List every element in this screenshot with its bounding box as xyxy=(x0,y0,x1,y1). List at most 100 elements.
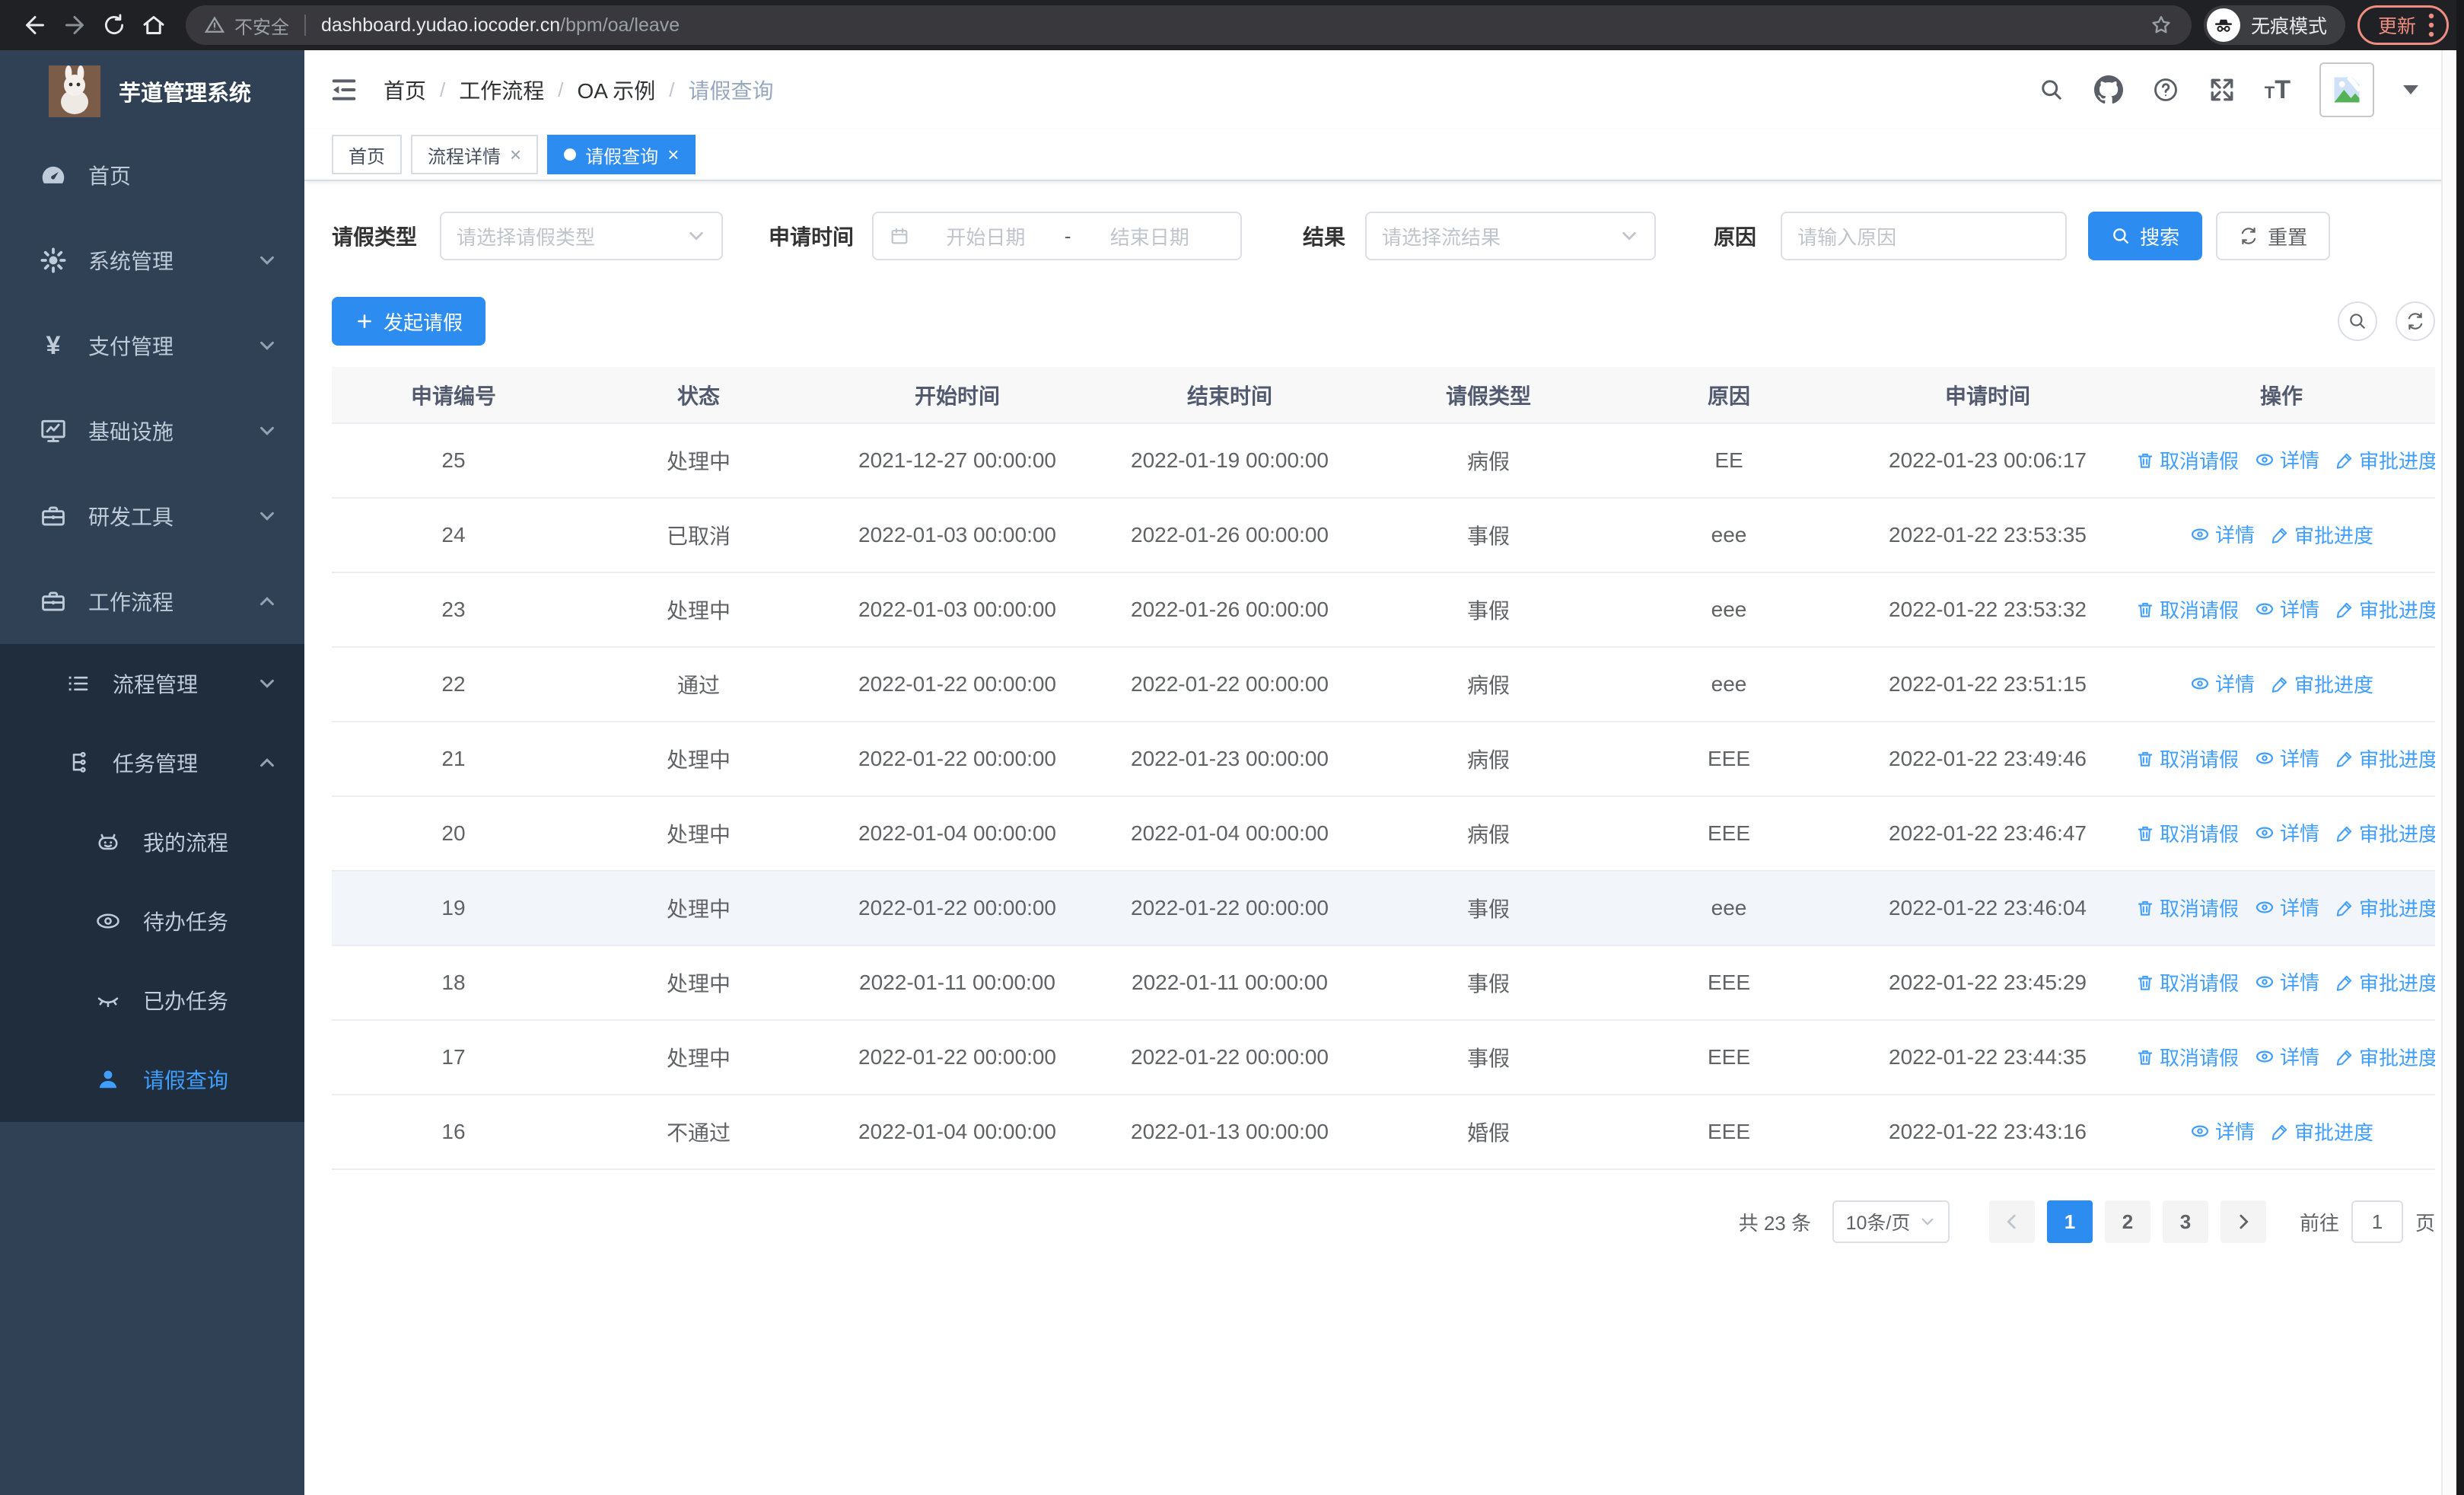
cell-type: 事假 xyxy=(1367,871,1610,946)
sidebar-item-devtools[interactable]: 研发工具 xyxy=(0,473,304,559)
close-icon[interactable]: × xyxy=(510,145,521,164)
sidebar-item-process-mgmt[interactable]: 流程管理 xyxy=(0,644,304,723)
sidebar-item-label: 已办任务 xyxy=(143,990,229,1013)
row-action-detail[interactable]: 详情 xyxy=(2254,967,2319,996)
eye-icon xyxy=(91,907,125,935)
navbar-actions: TT xyxy=(2038,62,2418,117)
sidebar-item-my-process[interactable]: 我的流程 xyxy=(0,802,304,881)
row-action-detail[interactable]: 详情 xyxy=(2254,818,2319,846)
row-action-progress[interactable]: 审批进度 xyxy=(2335,819,2435,847)
row-action-detail[interactable]: 详情 xyxy=(2254,1042,2319,1070)
sidebar-item-payment[interactable]: ¥ 支付管理 xyxy=(0,303,304,388)
prev-page-button[interactable] xyxy=(1988,1200,2035,1243)
chevron-down-icon xyxy=(689,231,703,241)
reason-input[interactable]: 请输入原因 xyxy=(1781,212,2068,260)
row-action-detail[interactable]: 详情 xyxy=(2254,893,2319,921)
sidebar-item-label: 流程管理 xyxy=(113,673,199,696)
dashboard-icon xyxy=(37,161,70,190)
window-edge xyxy=(2456,0,2464,1495)
breadcrumb-item[interactable]: 工作流程 xyxy=(459,75,544,105)
row-action-cancel[interactable]: 取消请假 xyxy=(2135,595,2239,623)
create-leave-button[interactable]: 发起请假 xyxy=(332,297,486,346)
row-action-progress[interactable]: 审批进度 xyxy=(2270,521,2373,549)
tab-home[interactable]: 首页 xyxy=(332,135,402,174)
cell-actions: 取消请假 详情 审批进度 xyxy=(2128,722,2435,797)
row-action-detail[interactable]: 详情 xyxy=(2254,594,2319,623)
row-action-progress[interactable]: 审批进度 xyxy=(2335,968,2435,996)
page-button-2[interactable]: 2 xyxy=(2104,1200,2150,1243)
github-icon[interactable] xyxy=(2093,75,2123,104)
tab-process-detail[interactable]: 流程详情 × xyxy=(411,135,539,174)
row-action-progress[interactable]: 审批进度 xyxy=(2335,595,2435,623)
sidebar-logo[interactable]: 芋道管理系统 xyxy=(0,50,304,132)
sidebar-item-home[interactable]: 首页 xyxy=(0,132,304,218)
row-action-detail[interactable]: 详情 xyxy=(2189,520,2255,548)
row-action-progress[interactable]: 审批进度 xyxy=(2335,894,2435,922)
security-indicator[interactable]: 不安全 xyxy=(204,12,289,39)
address-bar[interactable]: 不安全 dashboard.yudao.iocoder.cn/bpm/oa/le… xyxy=(186,5,2192,45)
bookmark-star-button[interactable] xyxy=(2149,13,2173,37)
pen-icon xyxy=(2336,1050,2352,1066)
row-action-progress[interactable]: 审批进度 xyxy=(2270,670,2373,698)
sidebar-item-leave-query[interactable]: 请假查询 xyxy=(0,1040,304,1119)
active-tab-dot xyxy=(564,148,577,161)
avatar-dropdown-caret[interactable] xyxy=(2403,85,2418,94)
row-action-progress[interactable]: 审批进度 xyxy=(2335,744,2435,773)
sidebar-item-label: 首页 xyxy=(88,164,132,188)
breadcrumb-item[interactable]: 首页 xyxy=(384,75,426,105)
row-action-cancel[interactable]: 取消请假 xyxy=(2135,819,2239,847)
row-action-progress[interactable]: 审批进度 xyxy=(2335,1043,2435,1071)
sidebar-item-task-mgmt[interactable]: 任务管理 xyxy=(0,723,304,802)
tab-leave-query[interactable]: 请假查询 × xyxy=(547,135,696,174)
page-size-select[interactable]: 10条/页 xyxy=(1832,1200,1950,1243)
search-button[interactable]: 搜索 xyxy=(2088,212,2203,260)
breadcrumb-item[interactable]: OA 示例 xyxy=(578,75,656,105)
row-action-cancel[interactable]: 取消请假 xyxy=(2135,1043,2239,1071)
row-action-cancel[interactable]: 取消请假 xyxy=(2135,446,2239,474)
page-button-3[interactable]: 3 xyxy=(2162,1200,2208,1243)
sidebar-item-done-tasks[interactable]: 已办任务 xyxy=(0,961,304,1040)
browser-forward-button[interactable] xyxy=(55,5,94,45)
row-action-detail[interactable]: 详情 xyxy=(2254,445,2319,473)
breadcrumb: 首页 / 工作流程 / OA 示例 / 请假查询 xyxy=(384,75,773,105)
row-action-progress[interactable]: 审批进度 xyxy=(2335,446,2435,474)
leave-type-select[interactable]: 请选择请假类型 xyxy=(440,212,724,260)
fullscreen-icon[interactable] xyxy=(2208,76,2236,104)
help-icon[interactable] xyxy=(2152,76,2179,104)
browser-home-button[interactable] xyxy=(134,5,173,45)
workflow-submenu: 流程管理 任务管理 我的流程 待办任务 已办任务 请假查询 xyxy=(0,644,304,1122)
browser-scrollbar[interactable] xyxy=(2441,50,2456,1495)
close-icon[interactable]: × xyxy=(667,145,679,164)
cell-actions: 取消请假 详情 审批进度 xyxy=(2128,572,2435,648)
sidebar-item-system[interactable]: 系统管理 xyxy=(0,218,304,303)
sidebar-item-workflow[interactable]: 工作流程 xyxy=(0,559,304,644)
row-action-progress[interactable]: 审批进度 xyxy=(2270,1117,2373,1146)
row-action-detail[interactable]: 详情 xyxy=(2189,669,2255,697)
sidebar-item-infra[interactable]: 基础设施 xyxy=(0,388,304,473)
cell-applied: 2022-01-22 23:46:47 xyxy=(1848,796,2128,872)
result-select[interactable]: 请选择流结果 xyxy=(1365,212,1657,260)
header-search-button[interactable] xyxy=(2038,76,2065,104)
browser-update-button[interactable]: 更新 xyxy=(2357,5,2449,45)
row-action-detail[interactable]: 详情 xyxy=(2254,744,2319,772)
sidebar-item-todo-tasks[interactable]: 待办任务 xyxy=(0,881,304,961)
pen-icon xyxy=(2336,975,2352,991)
cell-status: 处理中 xyxy=(575,871,822,946)
row-action-detail[interactable]: 详情 xyxy=(2189,1117,2255,1145)
row-action-cancel[interactable]: 取消请假 xyxy=(2135,968,2239,996)
browser-reload-button[interactable] xyxy=(94,5,134,45)
refresh-table-button[interactable] xyxy=(2396,301,2435,341)
font-size-icon[interactable]: TT xyxy=(2265,75,2291,105)
browser-back-button[interactable] xyxy=(15,5,55,45)
sidebar-collapse-button[interactable] xyxy=(329,75,359,105)
row-action-cancel[interactable]: 取消请假 xyxy=(2135,894,2239,922)
reset-button[interactable]: 重置 xyxy=(2216,212,2331,260)
row-action-cancel[interactable]: 取消请假 xyxy=(2135,744,2239,773)
user-avatar[interactable] xyxy=(2319,62,2374,117)
next-page-button[interactable] xyxy=(2220,1200,2266,1243)
goto-page-input[interactable]: 1 xyxy=(2351,1200,2403,1243)
toggle-search-button[interactable] xyxy=(2338,301,2377,341)
breadcrumb-separator: / xyxy=(669,78,675,101)
page-button-1[interactable]: 1 xyxy=(2046,1200,2093,1243)
apply-time-range-picker[interactable]: 开始日期 - 结束日期 xyxy=(872,212,1243,260)
